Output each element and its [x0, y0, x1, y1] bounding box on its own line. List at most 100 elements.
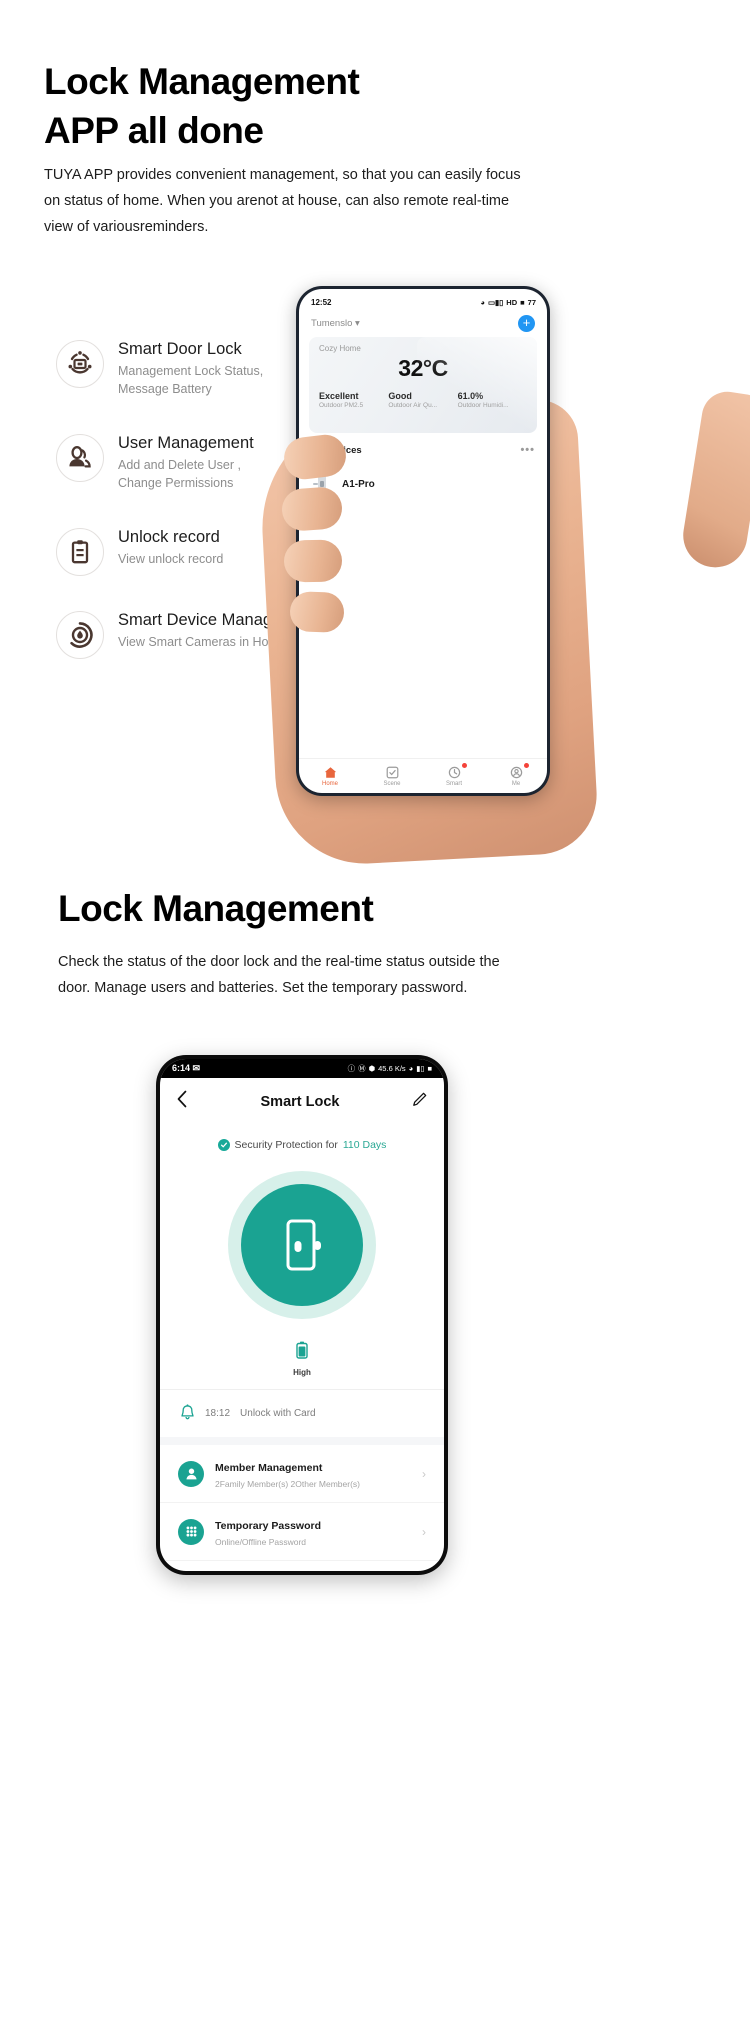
nfc-icon: Ⓜ [358, 1064, 366, 1073]
door-lock-icon [241, 1184, 363, 1306]
battery-icon: ■ [427, 1064, 432, 1073]
feature-subtitle-line-1: View unlock record [118, 551, 224, 566]
security-days: 110 Days [342, 1139, 387, 1151]
chevron-right-icon: › [422, 1524, 426, 1539]
weather-metric: Excellent Outdoor PM2.5 [319, 391, 388, 409]
nav-label: Scene [383, 781, 401, 787]
me-icon [485, 764, 547, 780]
app-top-bar: Smart Lock [160, 1078, 444, 1113]
weather-metrics: Excellent Outdoor PM2.5 Good Outdoor Air… [319, 391, 527, 409]
battery-level-label: High [293, 1368, 311, 1377]
phone-screen-home: 12:52 ◕ ▭▮▯ HD ■ 77 Tumenslo ▾ + Cozy Ho… [299, 289, 547, 793]
shield-check-icon [217, 1139, 230, 1151]
intro-paragraph: TUYA APP provides convenient management,… [44, 167, 521, 235]
feature-subtitle: Add and Delete User , Change Permissions [118, 457, 254, 493]
notification-badge [524, 763, 529, 768]
signal-icon: ▭▮▯ [487, 297, 504, 307]
metric-label: Outdoor Air Qu... [388, 402, 438, 409]
unlock-record-icon [56, 527, 104, 576]
status-bar: 6:14 ✉ ⓘ Ⓜ ⬢ 45.6 K/s ◕ ▮▯ ■ [160, 1059, 444, 1078]
member-icon [178, 1460, 204, 1487]
weather-metric: Good Outdoor Air Qu... [388, 391, 457, 409]
lock-status-button[interactable] [228, 1171, 376, 1319]
status-left: 6:14 ✉ [172, 1063, 200, 1074]
section2-title: Lock Management [58, 888, 374, 929]
row-text: Temporary Password Online/Offline Passwo… [215, 1516, 422, 1547]
feature-subtitle-line-1: Management Lock Status, [118, 364, 264, 379]
record-text: Unlock with Card [240, 1408, 316, 1419]
weather-card[interactable]: Cozy Home 32°C Excellent Outdoor PM2.5 G… [309, 337, 537, 433]
mail-icon: ✉ [192, 1063, 201, 1073]
metric-value: Good [388, 391, 412, 401]
status-time: 6:14 [172, 1063, 191, 1073]
weather-temperature: 32°C [398, 355, 448, 381]
page-title: Lock Management APP all done [44, 57, 360, 155]
battery-status: High [160, 1341, 444, 1377]
status-icons: ◕ ▭▮▯ HD ■ 77 [480, 298, 536, 307]
smart-icon [423, 764, 485, 780]
feature-text: User Management Add and Delete User , Ch… [118, 430, 254, 493]
thumb-graphic [678, 388, 750, 572]
phone-mockup-home: 12:52 ◕ ▭▮▯ HD ■ 77 Tumenslo ▾ + Cozy Ho… [296, 286, 550, 796]
feature-subtitle-line-2: Change Permissions [118, 475, 234, 490]
row-subtitle: 2Family Member(s) 2Other Member(s) [215, 1479, 360, 1489]
security-protection-status: Security Protection for 110 Days [160, 1139, 444, 1151]
section2-paragraph: Check the status of the door lock and th… [58, 954, 500, 996]
bottom-navigation: Home Scene Smart Me [299, 758, 547, 787]
feature-title: Smart Door Lock [118, 340, 242, 358]
status-time: 12:52 [311, 297, 332, 307]
wifi-icon: ◕ [480, 297, 485, 307]
feature-text: Smart Door Lock Management Lock Status, … [118, 336, 263, 399]
feature-subtitle: Management Lock Status, Message Battery [118, 363, 263, 399]
home-selector[interactable]: Tumenslo ▾ [311, 318, 360, 329]
signal-icon: ▮▯ [416, 1064, 425, 1073]
finger-graphic [283, 539, 343, 583]
scene-icon [361, 764, 423, 780]
wifi-icon: ◕ [408, 1064, 414, 1073]
metric-value: Excellent [319, 391, 359, 401]
feature-subtitle: View unlock record [118, 551, 223, 569]
network-speed: 45.6 K/s [378, 1064, 406, 1073]
notification-badge [462, 763, 467, 768]
section-lock-management-app: Lock Management APP all done TUYA APP pr… [0, 0, 750, 869]
row-subtitle: Online/Offline Password [215, 1537, 307, 1547]
edit-pencil-icon[interactable] [412, 1091, 428, 1112]
hand-holding-phone-illustration: 12:52 ◕ ▭▮▯ HD ■ 77 Tumenslo ▾ + Cozy Ho… [256, 286, 750, 869]
home-name: Tumenslo [311, 318, 353, 329]
battery-icon [296, 1341, 308, 1363]
back-chevron-icon[interactable] [176, 1090, 188, 1113]
screen-title: Smart Lock [260, 1093, 340, 1110]
more-options-icon[interactable]: ••• [520, 444, 535, 456]
metric-label: Outdoor PM2.5 [319, 402, 364, 409]
metric-value: 61.0% [457, 391, 484, 401]
section-lock-management-detail: Lock Management Check the status of the … [0, 860, 750, 2020]
home-header: Tumenslo ▾ + [299, 311, 547, 332]
finger-graphic [289, 591, 345, 633]
add-device-button[interactable]: + [518, 315, 535, 332]
record-time: 18:12 [205, 1408, 231, 1419]
metric-label: Outdoor Humidi... [457, 402, 509, 409]
nav-item-scene[interactable]: Scene [361, 764, 423, 787]
weather-metric: 61.0% Outdoor Humidi... [458, 391, 527, 409]
bell-icon [180, 1404, 195, 1423]
status-icons: ⓘ Ⓜ ⬢ 45.6 K/s ◕ ▮▯ ■ [348, 1063, 432, 1074]
vpn-icon: ⓘ [347, 1064, 356, 1073]
nav-label: Smart [445, 781, 462, 787]
nav-item-home[interactable]: Home [299, 764, 361, 787]
status-bar: 12:52 ◕ ▭▮▯ HD ■ 77 [299, 293, 547, 311]
battery-icon: ■ [520, 297, 525, 307]
page-title-line-2: APP all done [44, 110, 264, 152]
bluetooth-icon: ⬢ [368, 1064, 376, 1073]
feature-title: Unlock record [118, 527, 220, 546]
home-icon [299, 764, 361, 780]
feature-title: User Management [118, 433, 254, 452]
row-temporary-password[interactable]: Temporary Password Online/Offline Passwo… [160, 1503, 444, 1561]
nav-label: Me [511, 781, 521, 787]
keypad-icon [178, 1518, 204, 1545]
row-member-management[interactable]: Member Management 2Family Member(s) 2Oth… [160, 1445, 444, 1503]
latest-unlock-record[interactable]: 18:12 Unlock with Card [160, 1389, 444, 1445]
nav-item-me[interactable]: Me [485, 763, 547, 787]
security-text: Security Protection for [234, 1139, 338, 1151]
nav-item-smart[interactable]: Smart [423, 763, 485, 787]
phone-screen-smart-lock: 6:14 ✉ ⓘ Ⓜ ⬢ 45.6 K/s ◕ ▮▯ ■ Smart Lock [160, 1059, 444, 1571]
